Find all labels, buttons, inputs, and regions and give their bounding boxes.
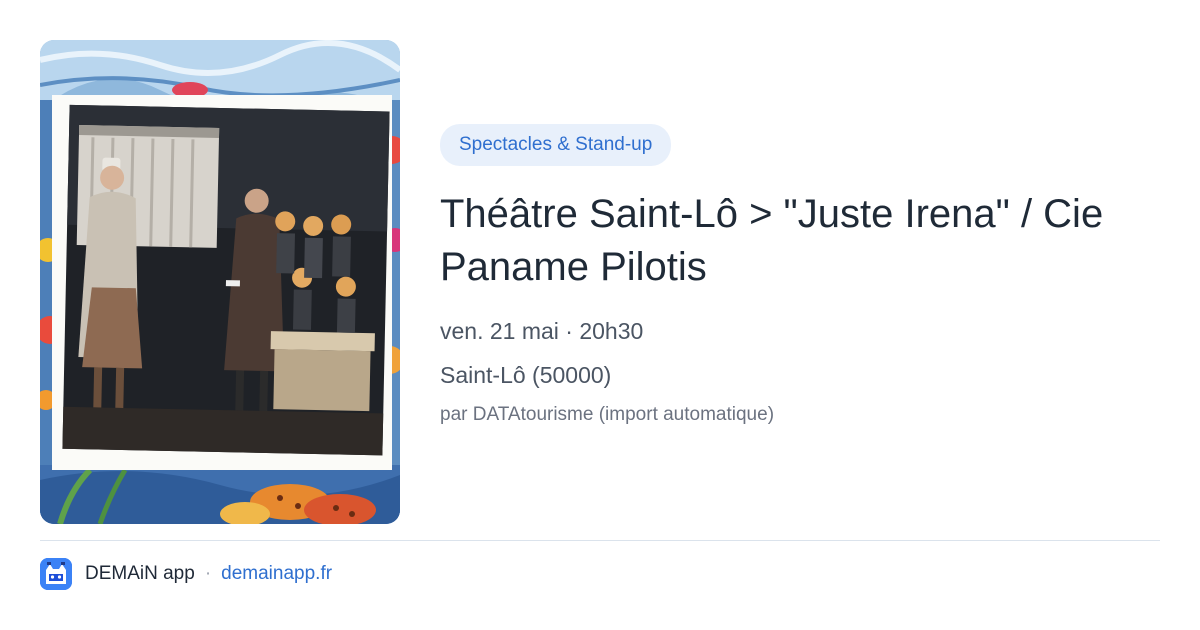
event-location: Saint-Lô (50000): [440, 362, 612, 388]
event-source: par DATAtourisme (import automatique): [440, 404, 775, 425]
event-date-time: ven. 21 mai · 20h30: [440, 318, 644, 344]
footer-separator: ·: [204, 563, 212, 584]
event-title[interactable]: Théâtre Saint-Lô > "Juste Irena" / Cie P…: [440, 188, 1160, 294]
event-image[interactable]: [40, 40, 400, 524]
footer-divider: [40, 540, 1160, 541]
category-badge[interactable]: Spectacles & Stand-up: [440, 124, 672, 166]
footer: DEMAiN app · demainapp.fr: [40, 558, 332, 590]
event-info: Spectacles & Stand-up Théâtre Saint-Lô >…: [440, 124, 1160, 426]
app-url-link[interactable]: demainapp.fr: [221, 563, 332, 585]
app-name: DEMAiN app: [85, 563, 195, 584]
demain-cat-logo-icon: [40, 558, 72, 590]
